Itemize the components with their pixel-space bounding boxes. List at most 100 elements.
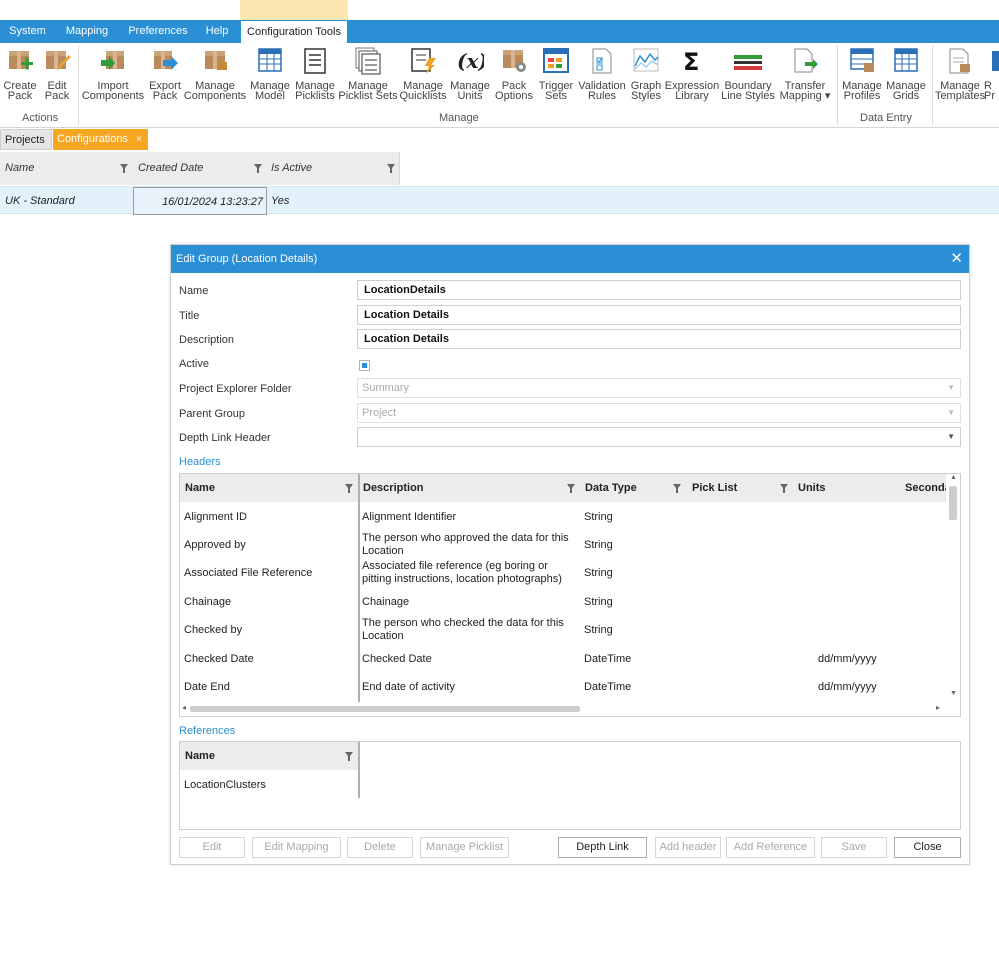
menu-help[interactable]: Help bbox=[197, 20, 237, 43]
ribbon-group-data-entry: Data Entry bbox=[860, 112, 912, 124]
edit-pack-button[interactable]: Edit Pack bbox=[35, 46, 79, 102]
column-header-data-type[interactable]: Data Type bbox=[585, 474, 637, 502]
export-pack-button[interactable]: Export Pack bbox=[143, 46, 187, 102]
manage-picklist-button[interactable]: Manage Picklist bbox=[420, 837, 509, 858]
column-header-name[interactable]: Name bbox=[185, 474, 215, 502]
manage-units-button[interactable]: (x) ManageUnits bbox=[448, 46, 492, 102]
manage-templates-button[interactable]: Manage Templates bbox=[935, 46, 985, 102]
manage-profiles-button[interactable]: Manage Profiles bbox=[840, 46, 884, 102]
vertical-scroll-thumb[interactable] bbox=[949, 486, 957, 520]
edit-button[interactable]: Edit bbox=[179, 837, 245, 858]
manage-model-button[interactable]: Manage Model bbox=[248, 46, 292, 102]
table-row[interactable]: Checked by The person who checked the da… bbox=[180, 616, 947, 644]
table-row[interactable]: Approved by The person who approved the … bbox=[180, 531, 947, 559]
description-field[interactable]: Location Details bbox=[357, 329, 961, 349]
scroll-down-icon[interactable]: ▼ bbox=[950, 690, 957, 697]
table-row[interactable]: Alignment ID Alignment Identifier String bbox=[180, 503, 947, 531]
quicklist-icon bbox=[409, 46, 437, 76]
close-icon[interactable]: ✕ bbox=[950, 245, 963, 273]
parent-group-label: Parent Group bbox=[179, 408, 246, 420]
vertical-scrollbar[interactable]: ▲ ▼ bbox=[946, 474, 960, 702]
edit-mapping-button[interactable]: Edit Mapping bbox=[252, 837, 341, 858]
filter-icon[interactable] bbox=[567, 484, 575, 493]
parent-group-select[interactable]: Project ▼ bbox=[357, 403, 961, 423]
column-header-secondary[interactable]: Seconda bbox=[905, 474, 951, 502]
title-field[interactable]: Location Details bbox=[357, 305, 961, 325]
table-model-icon bbox=[256, 46, 284, 76]
header-units-cell: dd/mm/yyyy bbox=[818, 652, 877, 665]
add-header-button[interactable]: Add header bbox=[655, 837, 721, 858]
filter-icon[interactable] bbox=[254, 164, 262, 173]
parent-group-value: Project bbox=[362, 407, 397, 419]
depth-link-header-select[interactable]: ▼ bbox=[357, 427, 961, 447]
table-row[interactable]: Date End End date of activity DateTime d… bbox=[180, 673, 947, 701]
column-header-name[interactable]: Name bbox=[185, 742, 215, 770]
add-reference-button[interactable]: Add Reference bbox=[726, 837, 815, 858]
close-button[interactable]: Close bbox=[894, 837, 961, 858]
headers-section-label: Headers bbox=[179, 456, 221, 468]
list-stack-icon bbox=[354, 46, 382, 76]
table-row[interactable]: LocationClusters bbox=[180, 771, 358, 799]
pack-options-button[interactable]: Pack Options bbox=[492, 46, 536, 102]
horizontal-scroll-thumb[interactable] bbox=[190, 706, 580, 712]
save-button[interactable]: Save bbox=[821, 837, 887, 858]
import-components-button[interactable]: Import Components bbox=[82, 46, 144, 102]
depth-link-header-label: Depth Link Header bbox=[179, 432, 271, 444]
manage-picklist-sets-button[interactable]: Manage Picklist Sets bbox=[338, 46, 398, 102]
trigger-sets-button[interactable]: Trigger Sets bbox=[534, 46, 578, 102]
manage-quicklists-button[interactable]: Manage Quicklists bbox=[399, 46, 447, 102]
config-name-cell[interactable]: UK - Standard bbox=[5, 187, 75, 215]
delete-button[interactable]: Delete bbox=[347, 837, 413, 858]
table-row[interactable]: Associated File Reference Associated fil… bbox=[180, 559, 947, 587]
frozen-column-splitter[interactable] bbox=[358, 742, 360, 798]
tab-close-icon[interactable]: × bbox=[136, 129, 142, 150]
menu-system[interactable]: System bbox=[0, 20, 55, 43]
scroll-up-icon[interactable]: ▲ bbox=[950, 474, 957, 481]
active-checkbox[interactable] bbox=[359, 360, 370, 371]
table-row[interactable]: Chainage Chainage String bbox=[180, 588, 947, 616]
name-field[interactable]: LocationDetails bbox=[357, 280, 961, 300]
header-data-type-cell: DateTime bbox=[584, 680, 632, 693]
column-header-description[interactable]: Description bbox=[363, 474, 424, 502]
manage-picklists-button[interactable]: Manage Picklists bbox=[293, 46, 337, 102]
config-is-active-cell[interactable]: Yes bbox=[271, 187, 289, 215]
column-header-units[interactable]: Units bbox=[798, 474, 826, 502]
manage-components-button[interactable]: Manage Components bbox=[184, 46, 246, 102]
filter-icon[interactable] bbox=[120, 164, 128, 173]
menu-mapping[interactable]: Mapping bbox=[57, 20, 117, 43]
cut-off-ribbon-button[interactable]: R Pr bbox=[984, 46, 999, 102]
menu-preferences[interactable]: Preferences bbox=[122, 20, 194, 43]
table-row[interactable]: UK - Standard 16/01/2024 13:23:27 Yes bbox=[0, 186, 999, 215]
filter-icon[interactable] bbox=[345, 484, 353, 493]
transfer-mapping-button[interactable]: Transfer Mapping ▾ bbox=[780, 46, 830, 102]
depth-link-button[interactable]: Depth Link bbox=[558, 837, 647, 858]
project-explorer-folder-select[interactable]: Summary ▼ bbox=[357, 378, 961, 398]
config-grid-header: Name Created Date Is Active bbox=[0, 152, 400, 185]
graph-styles-button[interactable]: Graph Styles bbox=[624, 46, 668, 102]
filter-icon[interactable] bbox=[780, 484, 788, 493]
column-header-created-date[interactable]: Created Date bbox=[138, 152, 203, 185]
filter-icon[interactable] bbox=[673, 484, 681, 493]
boundary-line-styles-button[interactable]: Boundary Line Styles bbox=[721, 46, 775, 102]
validation-rules-button[interactable]: Validation Rules bbox=[578, 46, 626, 102]
header-units-cell bbox=[818, 588, 918, 616]
tab-projects[interactable]: Projects bbox=[0, 129, 52, 150]
column-header-name[interactable]: Name bbox=[5, 152, 34, 185]
transfer-mapping-label-2: Mapping ▾ bbox=[779, 90, 831, 102]
manage-grids-button[interactable]: Manage Grids bbox=[884, 46, 928, 102]
menu-configuration-tools[interactable]: Configuration Tools bbox=[240, 20, 348, 43]
filter-icon[interactable] bbox=[387, 164, 395, 173]
expression-library-button[interactable]: Σ Expression Library bbox=[665, 46, 719, 102]
scroll-right-icon[interactable]: ▸ bbox=[936, 703, 940, 712]
table-row[interactable]: Checked Date Checked Date DateTime dd/mm… bbox=[180, 645, 947, 673]
column-header-is-active[interactable]: Is Active bbox=[271, 152, 312, 185]
header-name-cell: Checked Date bbox=[184, 652, 254, 665]
filter-icon[interactable] bbox=[345, 752, 353, 761]
components-icon bbox=[201, 46, 229, 76]
horizontal-scrollbar[interactable]: ◂ ▸ bbox=[180, 702, 960, 716]
column-header-pick-list[interactable]: Pick List bbox=[692, 474, 737, 502]
tab-configurations[interactable]: Configurations × bbox=[53, 129, 148, 150]
scroll-left-icon[interactable]: ◂ bbox=[182, 703, 186, 712]
config-created-date-cell[interactable]: 16/01/2024 13:23:27 bbox=[133, 187, 267, 215]
header-units-cell bbox=[818, 616, 918, 644]
